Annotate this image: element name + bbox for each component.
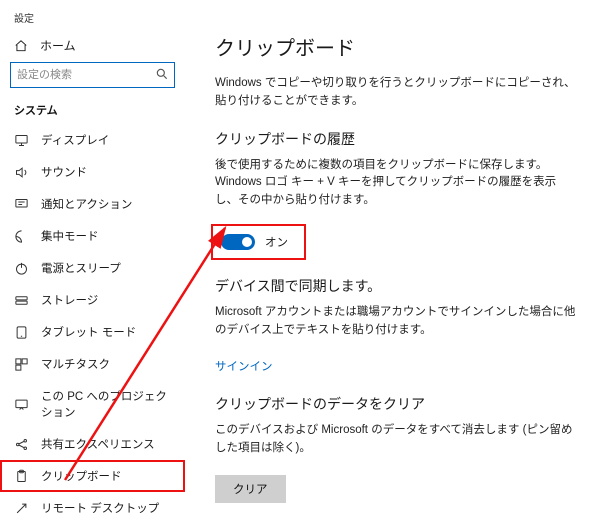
- power-icon: [14, 261, 29, 276]
- nav: ディスプレイ サウンド 通知とアクション 集中モード: [0, 124, 185, 530]
- multitask-icon: [14, 357, 29, 372]
- projection-icon: [14, 397, 29, 412]
- sidebar-item-label: 通知とアクション: [41, 196, 132, 212]
- sync-section: デバイス間で同期します。 Microsoft アカウントまたは職場アカウントでサ…: [215, 276, 578, 374]
- sidebar-item-about[interactable]: バージョン情報: [0, 524, 185, 530]
- sidebar-item-label: 共有エクスペリエンス: [41, 436, 155, 452]
- sync-heading: デバイス間で同期します。: [215, 276, 578, 296]
- notify-icon: [14, 197, 29, 212]
- history-toggle-label: オン: [265, 234, 288, 250]
- clipboard-icon: [14, 469, 29, 484]
- clear-desc: このデバイスおよび Microsoft のデータをすべて消去します (ピン留めし…: [215, 422, 578, 458]
- signin-link[interactable]: サインイン: [215, 361, 273, 373]
- clear-heading: クリップボードのデータをクリア: [215, 394, 578, 414]
- page-title: クリップボード: [215, 32, 578, 61]
- sidebar-item-storage[interactable]: ストレージ: [0, 284, 185, 316]
- remote-icon: [14, 501, 29, 516]
- sidebar-item-clipboard[interactable]: クリップボード: [0, 460, 185, 492]
- share-icon: [14, 437, 29, 452]
- sidebar-item-label: リモート デスクトップ: [41, 500, 159, 516]
- app-title: 設定: [0, 6, 185, 31]
- sidebar-item-focus[interactable]: 集中モード: [0, 220, 185, 252]
- sidebar-item-label: この PC へのプロジェクション: [41, 388, 171, 420]
- sidebar: 設定 ホーム システム ディスプレイ: [0, 0, 185, 530]
- sound-icon: [14, 165, 29, 180]
- focus-icon: [14, 229, 29, 244]
- sidebar-item-tablet[interactable]: タブレット モード: [0, 316, 185, 348]
- history-toggle-row: オン: [215, 228, 302, 256]
- sidebar-item-label: ディスプレイ: [41, 132, 109, 148]
- section-label: システム: [0, 98, 185, 124]
- tablet-icon: [14, 325, 29, 340]
- sidebar-item-label: サウンド: [41, 164, 87, 180]
- sidebar-item-label: タブレット モード: [41, 324, 136, 340]
- storage-icon: [14, 293, 29, 308]
- history-heading: クリップボードの履歴: [215, 129, 578, 149]
- clear-section: クリップボードのデータをクリア このデバイスおよび Microsoft のデータ…: [215, 394, 578, 504]
- search-input[interactable]: [10, 62, 175, 88]
- sidebar-item-remote[interactable]: リモート デスクトップ: [0, 492, 185, 524]
- home-label: ホーム: [40, 37, 76, 54]
- main: クリップボード Windows でコピーや切り取りを行うとクリップボードにコピー…: [185, 0, 600, 530]
- sidebar-item-label: 電源とスリープ: [41, 260, 121, 276]
- history-section: クリップボードの履歴 後で使用するために複数の項目をクリップボードに保存します。…: [215, 129, 578, 256]
- sidebar-item-label: ストレージ: [41, 292, 98, 308]
- home-icon: [14, 39, 28, 53]
- history-toggle[interactable]: [221, 234, 255, 250]
- display-icon: [14, 133, 29, 148]
- sidebar-item-display[interactable]: ディスプレイ: [0, 124, 185, 156]
- sidebar-item-label: クリップボード: [41, 468, 122, 484]
- sidebar-item-label: マルチタスク: [41, 356, 110, 372]
- sidebar-item-power[interactable]: 電源とスリープ: [0, 252, 185, 284]
- page-intro: Windows でコピーや切り取りを行うとクリップボードにコピーされ、貼り付ける…: [215, 75, 578, 111]
- search-wrap: [0, 62, 185, 98]
- history-desc: 後で使用するために複数の項目をクリップボードに保存します。Windows ロゴ …: [215, 157, 578, 210]
- clear-button[interactable]: クリア: [215, 475, 286, 503]
- sidebar-item-shared[interactable]: 共有エクスペリエンス: [0, 428, 185, 460]
- sidebar-item-notifications[interactable]: 通知とアクション: [0, 188, 185, 220]
- sidebar-item-multitask[interactable]: マルチタスク: [0, 348, 185, 380]
- sidebar-item-label: 集中モード: [41, 228, 99, 244]
- sync-desc: Microsoft アカウントまたは職場アカウントでサインインした場合に他のデバ…: [215, 304, 578, 340]
- sidebar-item-sound[interactable]: サウンド: [0, 156, 185, 188]
- search-icon: [155, 67, 169, 81]
- home-link[interactable]: ホーム: [0, 31, 185, 62]
- sidebar-item-projection[interactable]: この PC へのプロジェクション: [0, 380, 185, 428]
